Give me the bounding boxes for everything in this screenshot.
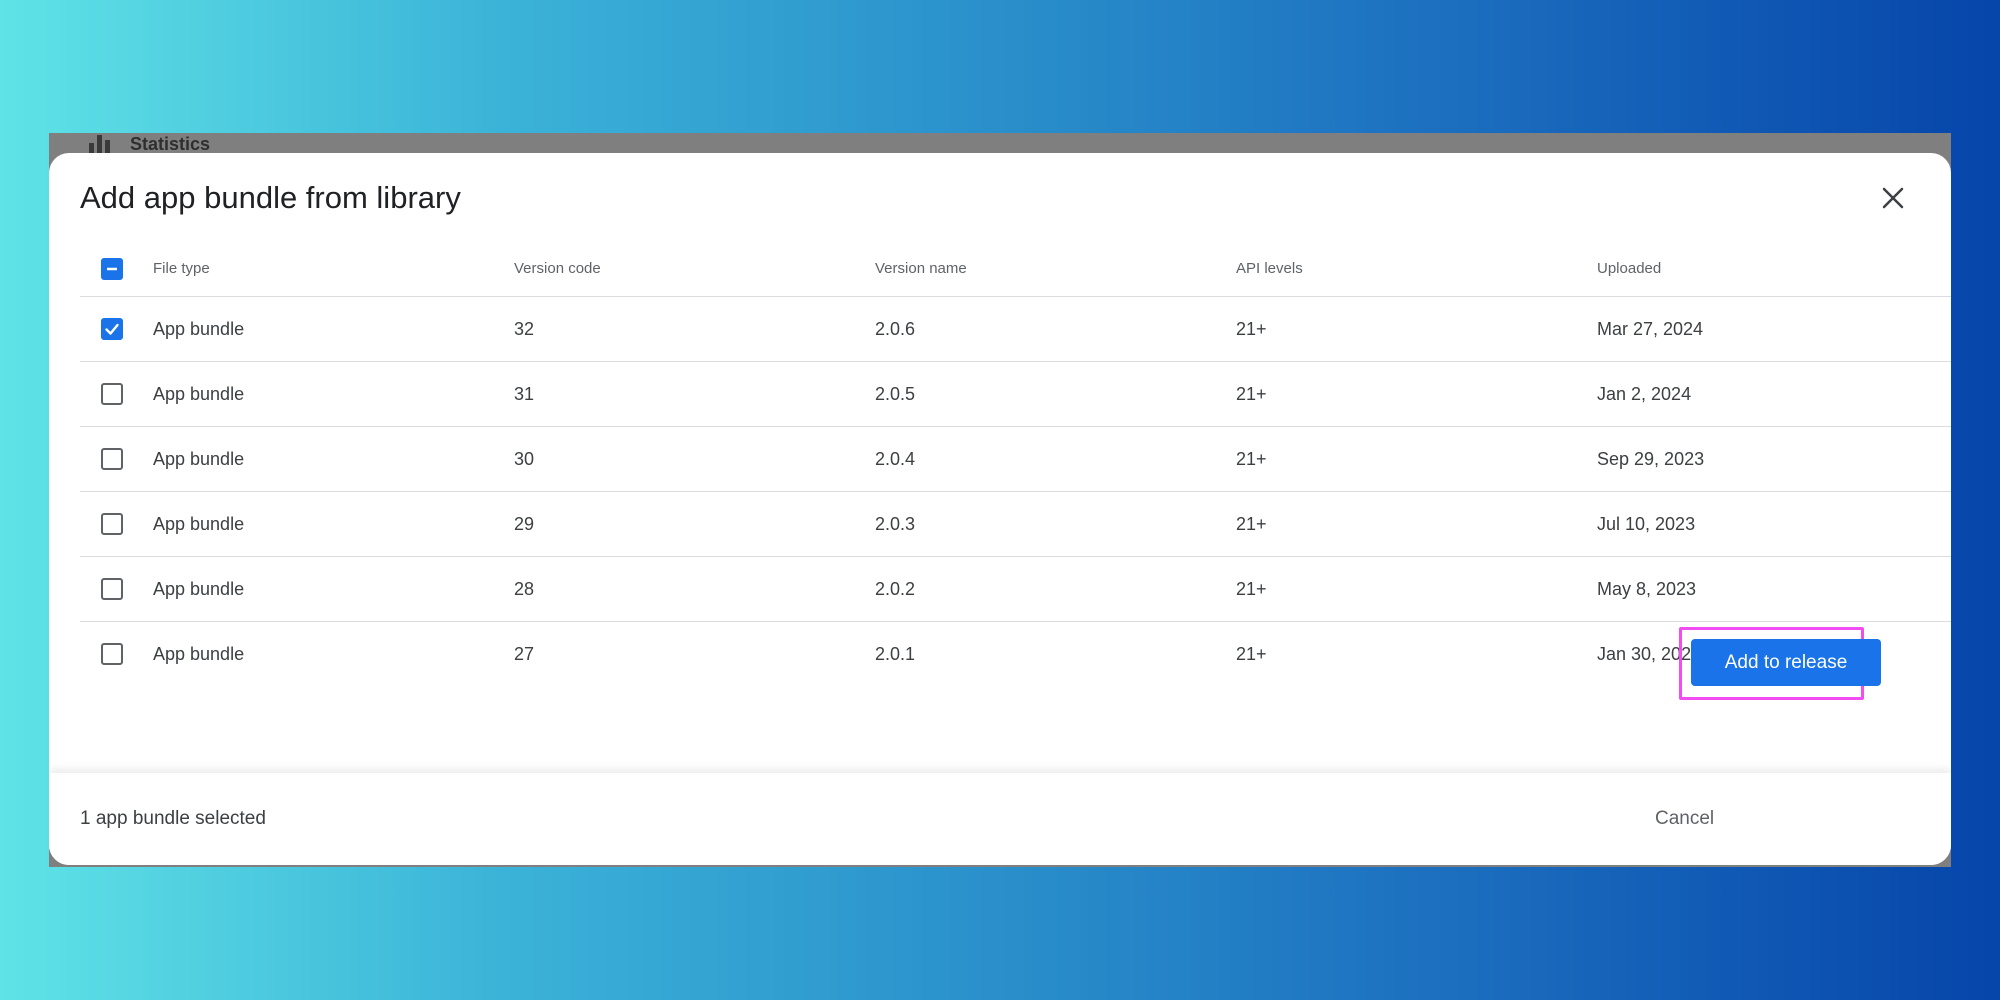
cell-version-code: 28	[514, 578, 535, 599]
cell-uploaded: Mar 27, 2024	[1597, 318, 1704, 339]
cancel-button[interactable]: Cancel	[1647, 796, 1722, 842]
row-checkbox[interactable]	[101, 643, 123, 665]
cell-version-name: 2.0.6	[875, 318, 916, 339]
cell-version-name: 2.0.4	[875, 448, 916, 469]
column-header-uploaded[interactable]: Uploaded	[1597, 260, 1661, 277]
cell-file-type: App bundle	[153, 318, 245, 339]
cell-api-levels: 21+	[1236, 383, 1267, 404]
table-row[interactable]: App bundle 32 2.0.6 21+ Mar 27, 2024	[80, 297, 1951, 362]
cell-file-type: App bundle	[153, 383, 245, 404]
table-header-row: File type Version code Version name API …	[80, 241, 1951, 297]
cell-uploaded: Jan 2, 2024	[1597, 383, 1692, 404]
cell-api-levels: 21+	[1236, 448, 1267, 469]
cell-api-levels: 21+	[1236, 318, 1267, 339]
close-button[interactable]	[1871, 176, 1915, 220]
background-nav-label: Statistics	[130, 133, 211, 154]
cell-uploaded: Sep 29, 2023	[1597, 448, 1705, 469]
table-row[interactable]: App bundle 31 2.0.5 21+ Jan 2, 2024	[80, 362, 1951, 427]
cell-version-code: 30	[514, 448, 535, 469]
add-to-release-button[interactable]: Add to release	[1691, 639, 1881, 686]
table-row[interactable]: App bundle 30 2.0.4 21+ Sep 29, 2023	[80, 427, 1951, 492]
cell-version-code: 32	[514, 318, 535, 339]
row-checkbox[interactable]	[101, 578, 123, 600]
cell-api-levels: 21+	[1236, 513, 1267, 534]
column-header-api-levels[interactable]: API levels	[1236, 260, 1303, 277]
row-checkbox[interactable]	[101, 513, 123, 535]
cell-version-code: 29	[514, 513, 535, 534]
minus-icon	[107, 267, 117, 270]
cell-version-name: 2.0.5	[875, 383, 916, 404]
selection-status: 1 app bundle selected	[80, 808, 266, 829]
column-header-version-code[interactable]: Version code	[514, 260, 601, 277]
cell-version-code: 31	[514, 383, 535, 404]
dialog-title: Add app bundle from library	[80, 180, 461, 215]
cell-version-code: 27	[514, 643, 535, 664]
table-row[interactable]: App bundle 29 2.0.3 21+ Jul 10, 2023	[80, 492, 1951, 557]
column-header-file-type[interactable]: File type	[153, 260, 210, 277]
cell-uploaded: Jul 10, 2023	[1597, 513, 1696, 534]
row-checkbox[interactable]	[101, 318, 123, 340]
background-nav-item: Statistics	[89, 133, 210, 155]
column-header-version-name[interactable]: Version name	[875, 260, 967, 277]
cell-api-levels: 21+	[1236, 643, 1267, 664]
bar-chart-icon	[89, 135, 110, 153]
bundle-table: File type Version code Version name API …	[80, 241, 1951, 673]
row-checkbox[interactable]	[101, 448, 123, 470]
check-icon	[105, 323, 119, 335]
row-checkbox[interactable]	[101, 383, 123, 405]
cell-file-type: App bundle	[153, 513, 245, 534]
cell-version-name: 2.0.2	[875, 578, 916, 599]
cell-api-levels: 21+	[1236, 578, 1267, 599]
select-all-checkbox[interactable]	[101, 257, 123, 280]
cell-file-type: App bundle	[153, 578, 245, 599]
add-bundle-dialog: Add app bundle from library File type Ve…	[49, 153, 1951, 865]
close-icon	[1882, 187, 1904, 209]
dialog-footer: 1 app bundle selected Cancel	[49, 773, 1951, 865]
table-row[interactable]: App bundle 27 2.0.1 21+ Jan 30, 2023	[80, 622, 1951, 673]
table-row[interactable]: App bundle 28 2.0.2 21+ May 8, 2023	[80, 557, 1951, 622]
cell-version-name: 2.0.3	[875, 513, 916, 534]
cell-uploaded: May 8, 2023	[1597, 578, 1697, 599]
cell-version-name: 2.0.1	[875, 643, 916, 664]
cell-file-type: App bundle	[153, 643, 245, 664]
cell-file-type: App bundle	[153, 448, 245, 469]
